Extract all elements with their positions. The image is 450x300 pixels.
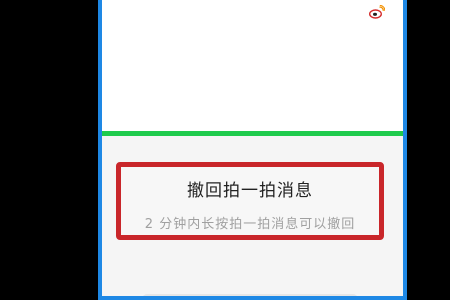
partial-button[interactable] [142, 294, 358, 296]
recall-pat-title: 撤回拍一拍消息 [187, 181, 313, 201]
phone-screen: 撤回拍一拍消息 2 分钟内长按拍一拍消息可以撤回 [98, 0, 407, 300]
chat-area [102, 0, 403, 130]
recall-pat-option[interactable]: 撤回拍一拍消息 2 分钟内长按拍一拍消息可以撤回 [116, 162, 384, 240]
weibo-icon [368, 4, 386, 19]
recall-pat-hint: 2 分钟内长按拍一拍消息可以撤回 [144, 217, 356, 232]
action-sheet: 撤回拍一拍消息 2 分钟内长按拍一拍消息可以撤回 [102, 136, 403, 296]
screenshot-canvas: 撤回拍一拍消息 2 分钟内长按拍一拍消息可以撤回 [0, 0, 450, 300]
